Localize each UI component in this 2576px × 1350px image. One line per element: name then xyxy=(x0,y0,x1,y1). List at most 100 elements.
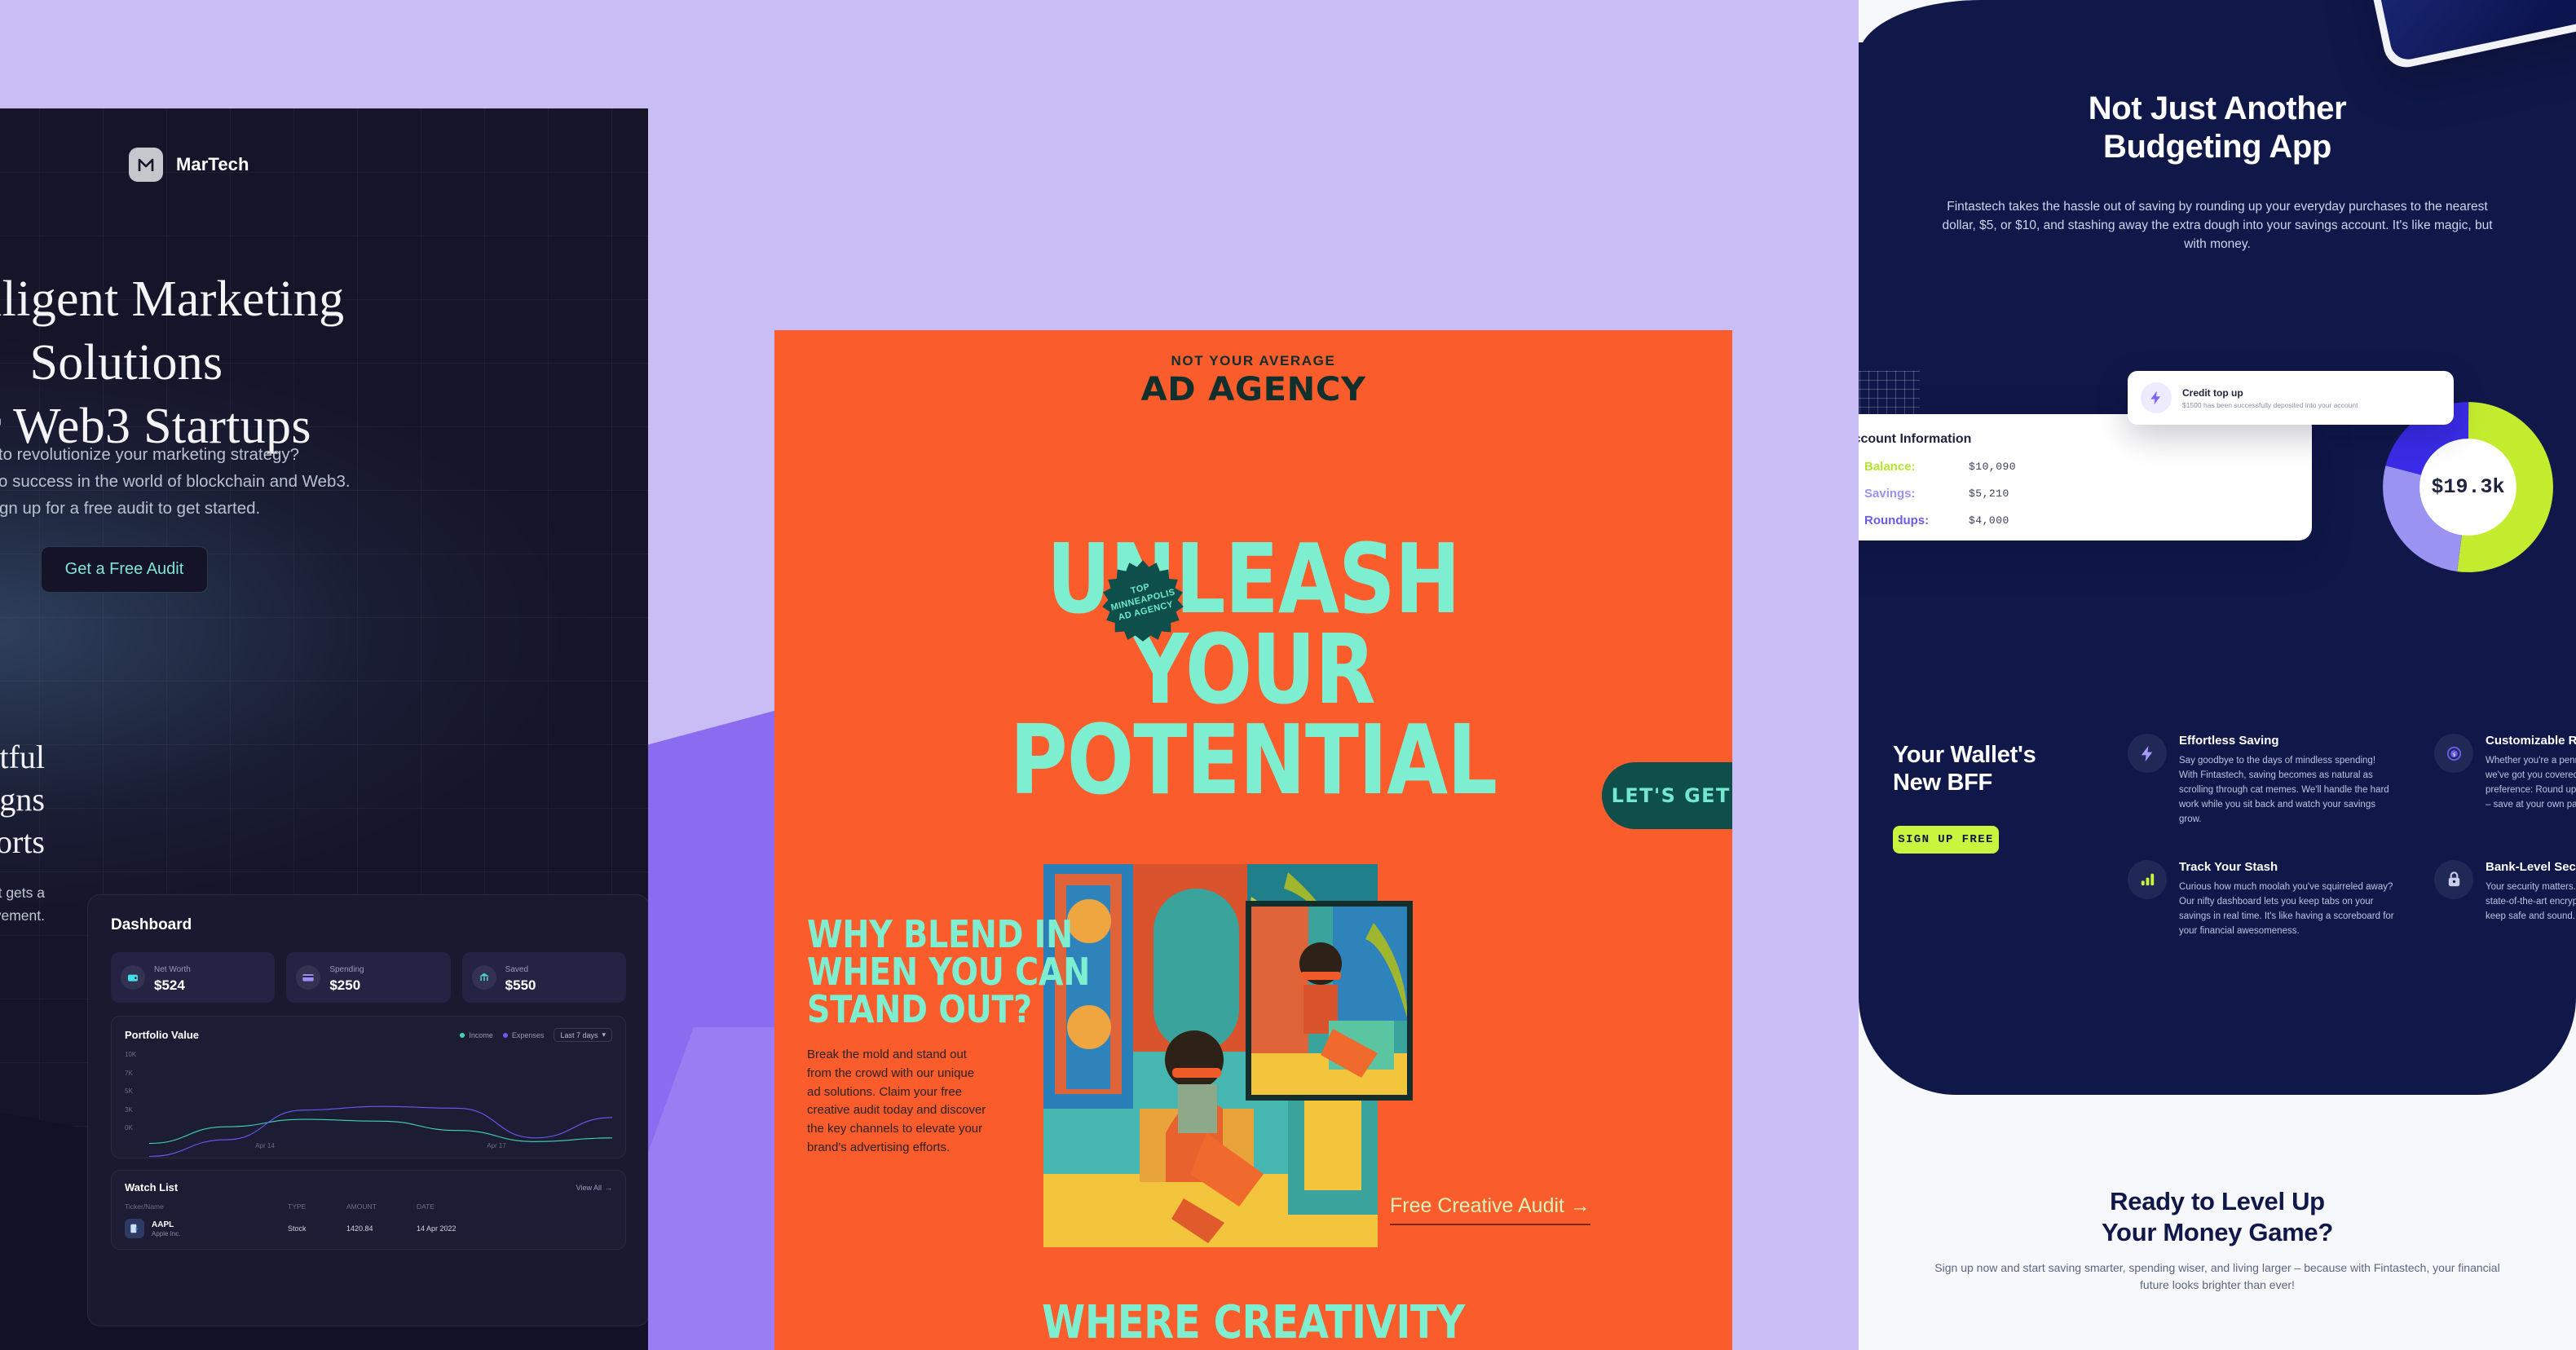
features-title: Your Wallet's New BFF xyxy=(1893,742,2137,796)
stat-value: $550 xyxy=(505,977,536,993)
toast-title: Credit top up xyxy=(2182,386,2243,399)
y-tick: 5K xyxy=(125,1088,133,1095)
subtext-line-2: Our gateway to success in the world of b… xyxy=(0,472,351,492)
y-tick: 3K xyxy=(125,1105,133,1114)
feature-title: Customizable Roundups xyxy=(2486,734,2576,748)
svg-text:$: $ xyxy=(2452,752,2455,757)
subtext-line-3: Sign up for a free audit to get started. xyxy=(0,499,261,518)
top-agency-badge: TOP MINNEAPOLIS AD AGENCY xyxy=(1101,558,1185,643)
bar-chart-icon xyxy=(2128,859,2167,899)
y-tick: 7K xyxy=(125,1069,133,1077)
why-blend-in-paragraph: Break the mold and stand out from the cr… xyxy=(807,1048,986,1154)
chart-legend: Income Expenses Last 7 days ▾ xyxy=(460,1028,612,1042)
fintastech-hero-paragraph: Fintastech takes the hassle out of savin… xyxy=(1942,200,2493,251)
legend-income: Income xyxy=(460,1031,493,1039)
feature-bank-level-security: Bank-Level Security Your security matter… xyxy=(2434,859,2576,939)
final-cta-paragraph: Sign up now and start saving smarter, sp… xyxy=(1934,1261,2500,1291)
free-creative-audit-link[interactable]: Free Creative Audit → xyxy=(1390,1194,1590,1225)
account-value-roundups: $4,000 xyxy=(1969,514,2009,527)
fintastech-panel: $ Semptember 9 Roundup +$0.01 $12 $ Groc… xyxy=(1859,0,2576,1350)
feature-description: Curious how much moolah you've squirrele… xyxy=(2179,881,2394,936)
legend-dot-income xyxy=(460,1032,465,1038)
body-heading-line-2: Campaigns xyxy=(0,781,45,818)
chart-title: Portfolio Value xyxy=(125,1029,200,1041)
dashboard-stats-row: Net Worth $524 Spending $250 Saved $550 xyxy=(111,952,626,1003)
ad-agency-eyebrow: NOT YOUR AVERAGE xyxy=(1171,353,1336,368)
sub-heading-line-3: STAND OUT? xyxy=(807,987,1032,1031)
stat-label: Spending xyxy=(329,965,364,974)
martech-logo-label: MarTech xyxy=(176,154,249,174)
final-title-line-2: Your Money Game? xyxy=(2101,1217,2333,1246)
bolt-icon xyxy=(2128,734,2167,773)
stat-value: $250 xyxy=(329,977,361,993)
features-title-line-2: New BFF xyxy=(1893,769,1992,796)
credit-topup-toast: Credit top up $1500 has been successfull… xyxy=(2128,371,2454,425)
stat-card-spending[interactable]: Spending $250 xyxy=(286,952,451,1003)
stat-card-saved[interactable]: Saved $550 xyxy=(461,952,626,1003)
bank-icon xyxy=(471,965,496,990)
framed-photo-inset xyxy=(1246,901,1413,1101)
feature-title: Effortless Saving xyxy=(2179,734,2279,748)
feature-track-your-stash: Track Your Stash Curious how much moolah… xyxy=(2128,859,2397,939)
stat-card-net-worth[interactable]: Net Worth $524 xyxy=(111,952,276,1003)
legend-label-expenses: Expenses xyxy=(511,1030,545,1039)
account-value-savings: $5,210 xyxy=(1969,488,2009,500)
martech-panel: MarTech Intelligent Marketing Solutions … xyxy=(0,108,648,1350)
body-heading-line-1: Insightful xyxy=(0,739,45,775)
where-creativity-text: WHERE CREATIVITY xyxy=(1042,1296,1465,1349)
stat-label: Saved xyxy=(505,965,529,974)
feature-title: Track Your Stash xyxy=(2179,859,2278,874)
account-information-card: Account Information Balance: $10,090 Sav… xyxy=(1859,414,2312,540)
apple-stock-icon xyxy=(125,1219,144,1238)
x-tick: Apr 14 xyxy=(255,1142,275,1149)
y-tick: 0K xyxy=(125,1124,133,1132)
feature-effortless-saving: Effortless Saving Say goodbye to the day… xyxy=(2128,734,2397,827)
legend-label-income: Income xyxy=(469,1030,493,1039)
insightful-heading: Insightful Campaigns Reports xyxy=(0,736,45,863)
account-card-title: Account Information xyxy=(1859,432,1972,446)
legend-dot-expenses xyxy=(502,1032,508,1038)
y-tick: 10K xyxy=(125,1051,137,1058)
ad-agency-headline: UNLEASH YOUR POTENTIAL xyxy=(861,531,1647,808)
chart-range-selector[interactable]: Last 7 days ▾ xyxy=(554,1028,612,1042)
why-blend-in-block: WHY BLEND IN WHEN YOU CAN STAND OUT? Bre… xyxy=(807,915,1149,1158)
donut-center-value: $19.3k xyxy=(2431,475,2505,499)
headline-line-3: POTENTIAL xyxy=(1009,703,1498,816)
chevron-down-icon: ▾ xyxy=(602,1030,606,1039)
hero-title-line-2: Budgeting App xyxy=(2103,129,2331,165)
fintastech-hero-title: Not Just Another Budgeting App xyxy=(1859,90,2576,166)
account-value-balance: $10,090 xyxy=(1969,461,2017,473)
ad-agency-brand: AD AGENCY xyxy=(1140,371,1366,408)
chart-header: Portfolio Value Income Expenses Last 7 d… xyxy=(125,1028,612,1042)
feature-description: Say goodbye to the days of mindless spen… xyxy=(2179,756,2389,824)
legend-expenses: Expenses xyxy=(502,1030,545,1039)
account-row-balance: Balance: $10,090 xyxy=(1859,460,2291,474)
final-cta-title: Ready to Level Up Your Money Game? xyxy=(1859,1186,2576,1248)
framed-photo-illustration xyxy=(1251,907,1407,1095)
feature-title: Bank-Level Security xyxy=(2486,859,2576,874)
hero-title-line-1: Not Just Another xyxy=(2088,90,2347,126)
card-icon xyxy=(296,965,321,990)
dashboard-card: Dashboard Net Worth $524 Spending $250 S… xyxy=(87,894,648,1326)
account-row-savings: Savings: $5,210 xyxy=(1859,487,2291,501)
feature-description: Your security matters. Rest easy knowing… xyxy=(2486,881,2576,921)
martech-subtext: Ready to revolutionize your marketing st… xyxy=(0,441,587,523)
features-title-line-1: Your Wallet's xyxy=(1893,742,2036,768)
insightful-campaigns-block: Insightful Campaigns Reports We give mar… xyxy=(0,736,45,928)
sign-up-free-button-features[interactable]: SIGN UP FREE xyxy=(1893,826,1999,854)
account-label-balance: Balance: xyxy=(1864,460,1916,474)
final-title-line-1: Ready to Level Up xyxy=(2110,1187,2325,1215)
why-blend-in-heading: WHY BLEND IN WHEN YOU CAN STAND OUT? xyxy=(807,915,1101,1028)
stat-label: Net Worth xyxy=(154,965,191,974)
ad-agency-panel: NOT YOUR AVERAGE AD AGENCY TOP MINNEAPOL… xyxy=(774,330,1732,1350)
bolt-icon xyxy=(2141,382,2172,413)
stat-value: $524 xyxy=(154,977,185,993)
lock-icon xyxy=(2434,859,2473,899)
get-free-audit-button[interactable]: Get a Free Audit xyxy=(41,546,208,593)
chart-y-axis: 10K 7K 5K 3K 0K xyxy=(125,1051,146,1132)
lets-get-to-work-button[interactable]: LET'S GET TO WORK xyxy=(1602,762,1732,829)
martech-logo[interactable]: MarTech xyxy=(129,148,249,182)
x-tick: Apr 17 xyxy=(487,1142,506,1149)
portfolio-value-chart: Portfolio Value Income Expenses Last 7 d… xyxy=(111,1016,626,1158)
account-label-roundups: Roundups: xyxy=(1864,514,1930,527)
